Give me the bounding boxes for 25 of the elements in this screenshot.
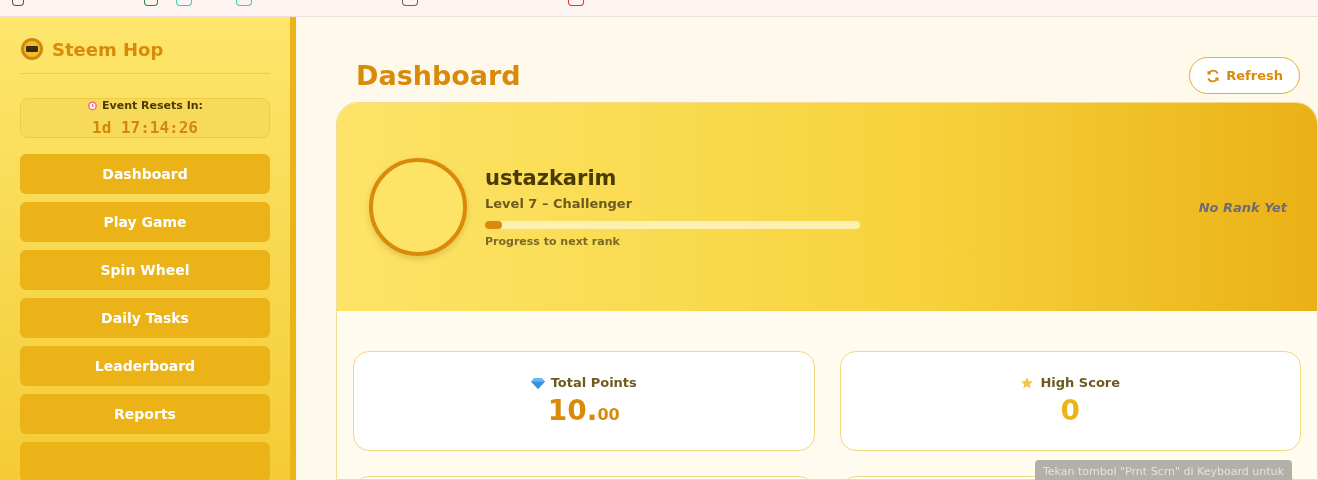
stat-label: High Score [1040, 375, 1121, 390]
brand-name: Steem Hop [52, 38, 164, 60]
stat-label: Total Points [550, 375, 637, 390]
coin-logo-icon [20, 37, 44, 61]
progress-caption: Progress to next rank [485, 235, 621, 248]
stat-value: 0 [1060, 394, 1080, 427]
diamond-icon [530, 376, 545, 389]
alarm-clock-icon [87, 100, 98, 111]
username: ustazkarim [485, 166, 618, 190]
countdown-timer: 1d 17:14:26 [92, 118, 198, 137]
nav-button[interactable]: Reports [20, 394, 270, 434]
refresh-icon [1206, 68, 1221, 83]
nav-button[interactable]: Play Game [20, 202, 270, 242]
star-icon [1020, 375, 1035, 390]
level-label: Level 7 – Challenger [485, 196, 634, 211]
timer-label: Event Resets In: [102, 99, 203, 112]
nav-button[interactable]: Spin Wheel [20, 250, 270, 290]
stat-value: 10.00 [547, 394, 620, 427]
nav-button[interactable]: Dashboard [20, 154, 270, 194]
nav-button[interactable]: Daily Tasks [20, 298, 270, 338]
nav-button[interactable]: Leaderboard [20, 346, 270, 386]
nav-button[interactable] [20, 442, 270, 480]
rank-label: No Rank Yet [1198, 199, 1287, 215]
page-title: Dashboard [356, 60, 521, 91]
refresh-button[interactable]: Refresh [1189, 57, 1300, 94]
